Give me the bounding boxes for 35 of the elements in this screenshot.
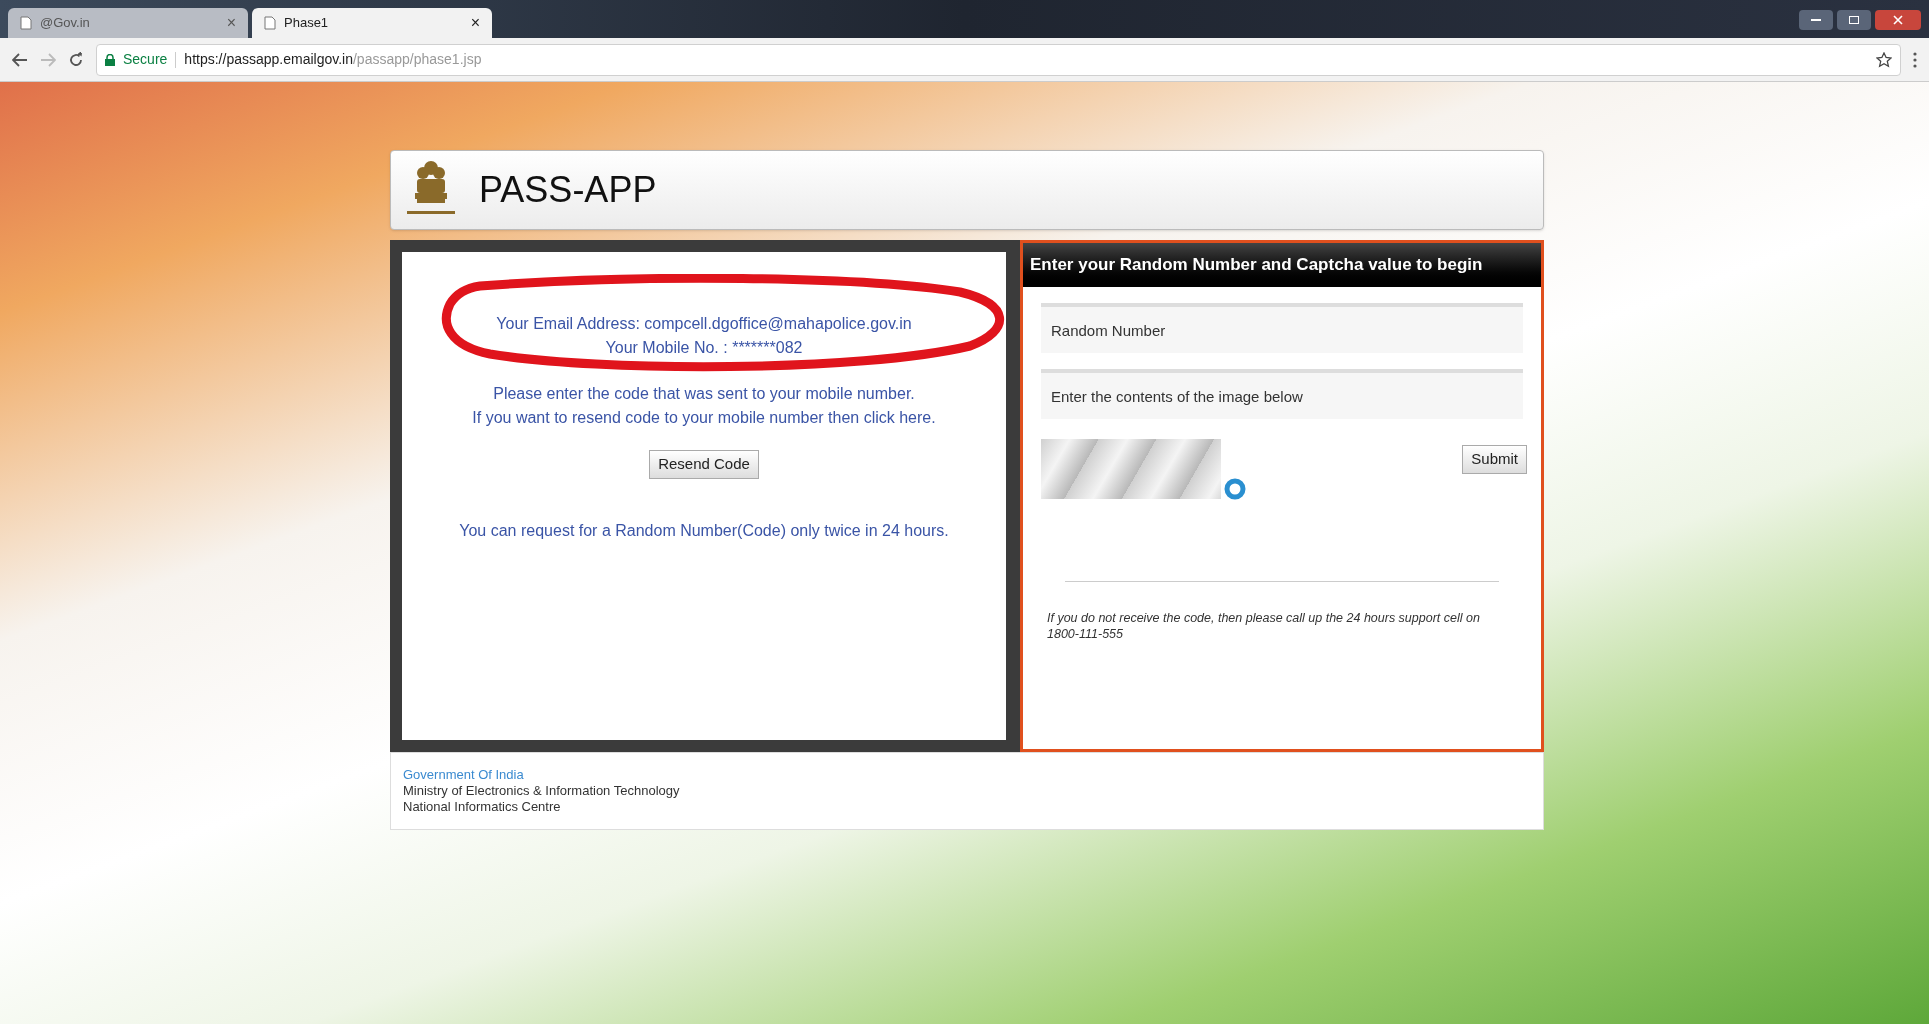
lock-icon xyxy=(105,53,115,66)
page-icon xyxy=(264,16,276,30)
form-heading: Enter your Random Number and Captcha value to begin xyxy=(1023,243,1541,287)
close-button[interactable] xyxy=(1875,10,1921,30)
reload-icon[interactable] xyxy=(68,51,84,68)
app-title: PASS-APP xyxy=(479,168,657,212)
tab-title: @Gov.in xyxy=(40,14,91,33)
limit-note: You can request for a Random Number(Code) only twice in 24 hours. xyxy=(459,520,949,541)
browser-tab[interactable]: Phase1 × xyxy=(252,8,492,38)
page-icon xyxy=(20,16,32,30)
close-icon xyxy=(1893,15,1903,25)
secure-label: Secure xyxy=(123,50,168,69)
address-bar[interactable]: Secure https://passapp.emailgov.in/passapp/phase1.jsp xyxy=(96,43,1901,76)
organisation-link[interactable]: Government Of India xyxy=(403,767,524,783)
minimize-button[interactable] xyxy=(1799,10,1833,30)
footer-text: National Informatics Centre xyxy=(403,799,562,815)
footer-text: Ministry of Electronics & Information Technology xyxy=(403,783,681,799)
back-icon[interactable] xyxy=(12,52,28,67)
star-icon[interactable] xyxy=(1876,51,1892,68)
maximize-button[interactable] xyxy=(1837,10,1871,30)
address-url[interactable]: https://passapp.emailgov.in/passapp/phase1.jsp xyxy=(184,49,482,70)
instruction-text: Please enter the code that was sent to your mobile number. xyxy=(493,384,915,404)
menu-icon[interactable] xyxy=(1913,51,1917,68)
mobile-number-text: Your Mobile No. : *******082 xyxy=(605,338,803,358)
submit-button[interactable]: Submit xyxy=(1462,445,1527,474)
email-address-text: Your Email Address: compcell.dgoffice@mahapolice.gov.in xyxy=(496,314,912,334)
instruction-text: If you want to resend code to your mobile number then click here. xyxy=(472,408,936,428)
tab-title: Phase1 xyxy=(284,14,330,33)
browser-tab[interactable]: @Gov.in × xyxy=(8,8,248,38)
resend-code-button[interactable]: Resend Code xyxy=(649,450,759,479)
tab-close[interactable]: × xyxy=(470,11,480,35)
input-field[interactable]: Enter the contents of the image below xyxy=(1041,369,1523,419)
tab-close[interactable]: × xyxy=(226,11,236,35)
input-field[interactable]: Random Number xyxy=(1041,303,1523,353)
support-note: If you do not receive the code, then please call up the 24 hours support cell on 1800-111-555 xyxy=(1046,610,1481,642)
